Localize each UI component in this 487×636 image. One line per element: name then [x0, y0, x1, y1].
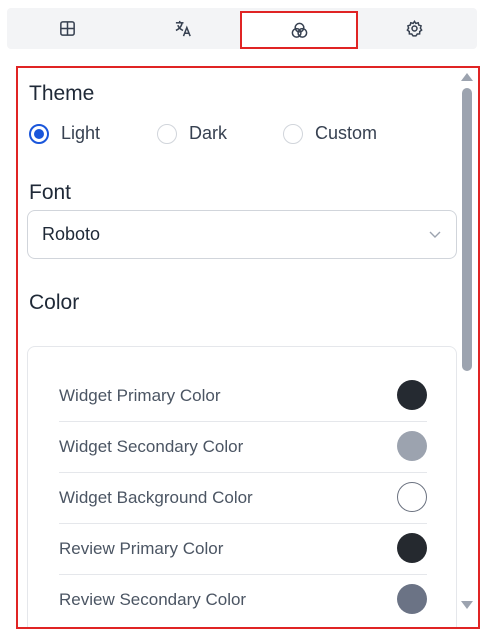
color-row-label: Widget Primary Color [59, 386, 221, 405]
color-swatch[interactable] [397, 533, 427, 563]
color-row-review-secondary: Review Secondary Color [59, 576, 427, 626]
color-row-label: Widget Background Color [59, 488, 253, 507]
color-heading: Color [29, 291, 80, 314]
radio-unselected-icon [283, 123, 303, 144]
theme-option-label: Custom [315, 123, 378, 143]
radio-unselected-icon [157, 123, 177, 144]
color-row-label: Widget Secondary Color [59, 437, 244, 456]
gear-icon [406, 20, 423, 37]
scroll-down-arrow-icon[interactable] [461, 601, 473, 609]
tab-layout[interactable] [9, 8, 126, 49]
color-circles-icon [291, 22, 307, 38]
scroll-up-arrow-icon[interactable] [461, 73, 473, 81]
theme-option-label: Dark [189, 123, 228, 143]
translate-icon [175, 20, 191, 37]
scrollbar-thumb[interactable] [462, 88, 472, 371]
panel-scrollbar[interactable] [461, 68, 473, 627]
radio-selected-icon [29, 123, 49, 144]
tab-appearance[interactable] [240, 11, 358, 49]
theme-option-dark[interactable]: Dark [157, 123, 227, 144]
tab-language[interactable] [125, 8, 242, 49]
tab-settings[interactable] [356, 8, 473, 49]
color-swatch[interactable] [397, 380, 427, 410]
theme-option-label: Light [61, 123, 101, 143]
color-row-widget-primary: Widget Primary Color [59, 372, 427, 422]
color-row-review-primary: Review Primary Color [59, 525, 427, 575]
font-select[interactable]: Roboto [27, 210, 457, 259]
color-row-label: Review Secondary Color [59, 590, 247, 609]
font-heading: Font [29, 181, 72, 204]
chevron-down-icon [429, 231, 441, 238]
color-swatch[interactable] [397, 482, 427, 512]
theme-heading: Theme [29, 82, 95, 105]
color-row-widget-background: Widget Background Color [59, 474, 427, 524]
font-select-value: Roboto [42, 224, 101, 244]
color-row-label: Review Primary Color [59, 539, 224, 558]
color-row-widget-secondary: Widget Secondary Color [59, 423, 427, 473]
color-list-card: Widget Primary Color Widget Secondary Co… [27, 346, 457, 627]
theme-radio-group: Light Dark Custom [29, 123, 429, 149]
color-swatch[interactable] [397, 584, 427, 614]
layout-grid-icon [60, 21, 75, 36]
settings-tab-bar [7, 8, 477, 49]
theme-option-custom[interactable]: Custom [283, 123, 377, 144]
theme-option-light[interactable]: Light [29, 123, 100, 144]
color-swatch[interactable] [397, 431, 427, 461]
appearance-panel: Theme Light Dark Custom Font Roboto Colo… [16, 66, 480, 629]
